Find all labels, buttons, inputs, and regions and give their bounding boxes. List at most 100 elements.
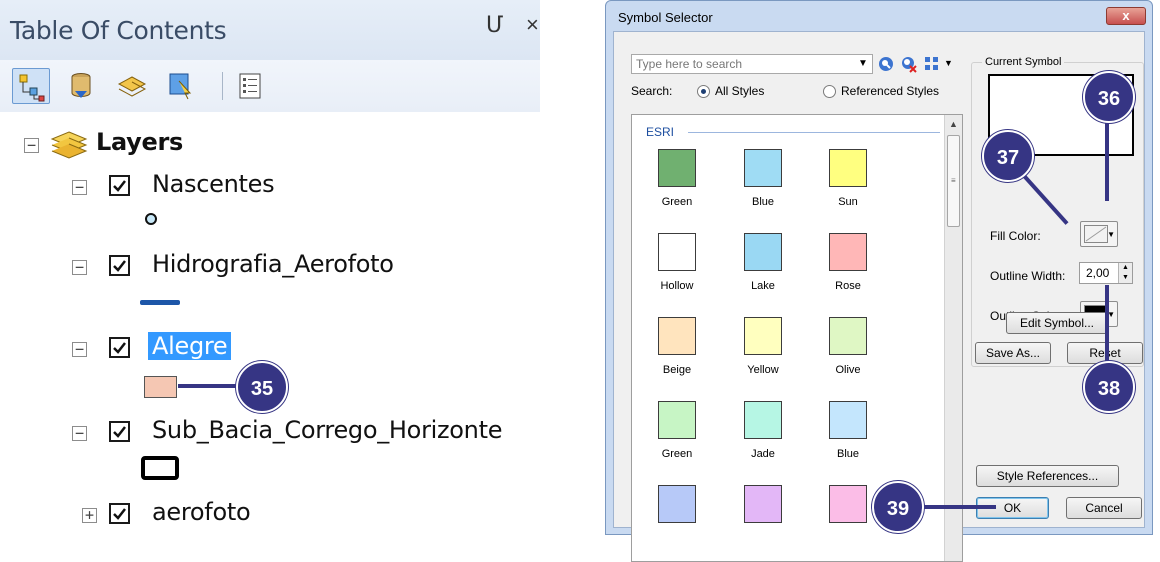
symbol-swatch-label: Green: [661, 448, 693, 460]
outline-polygon-symbol-icon[interactable]: [141, 456, 179, 480]
layer-name-selected[interactable]: Alegre: [148, 332, 232, 360]
symbol-swatch-item[interactable]: Blue: [818, 401, 878, 476]
symbol-swatch-item[interactable]: [733, 485, 793, 560]
symbol-swatch[interactable]: [744, 485, 782, 523]
callout-35: 35: [236, 361, 288, 413]
view-options-dropdown-icon[interactable]: ▼: [944, 58, 953, 68]
dialog-body: Type here to search ▼ ▼ Search: All Styl…: [613, 31, 1145, 562]
edit-symbol-button[interactable]: Edit Symbol...: [1006, 312, 1108, 334]
options-icon[interactable]: [232, 68, 270, 104]
layer-name[interactable]: Sub_Bacia_Corrego_Horizonte: [152, 416, 502, 444]
scroll-thumb[interactable]: ≡: [947, 135, 960, 227]
fill-color-picker[interactable]: ▼: [1080, 221, 1118, 247]
search-dropdown-icon[interactable]: ▼: [854, 55, 872, 73]
symbol-swatch[interactable]: [744, 401, 782, 439]
symbol-swatch-item[interactable]: Sun: [818, 149, 878, 224]
layer-row-sub-bacia[interactable]: − Sub_Bacia_Corrego_Horizonte: [0, 414, 540, 450]
symbol-swatch-item[interactable]: Green: [647, 401, 707, 476]
layer-row-aerofoto[interactable]: + aerofoto: [0, 496, 540, 532]
table-of-contents-panel: Table Of Contents Մ × − Layers − Nascent…: [0, 0, 540, 535]
list-by-visibility-icon[interactable]: [112, 68, 150, 104]
layers-label: Layers: [96, 128, 183, 156]
view-options-icon[interactable]: [924, 55, 940, 73]
callout-37: 37: [982, 130, 1034, 182]
list-by-drawing-order-icon[interactable]: [12, 68, 50, 104]
symbol-swatch[interactable]: [829, 401, 867, 439]
layer-row-hidrografia-aerofoto[interactable]: − Hidrografia_Aerofoto: [0, 248, 540, 284]
collapse-toggle[interactable]: −: [72, 260, 87, 275]
layer-row-nascentes[interactable]: − Nascentes: [0, 168, 540, 204]
cancel-button[interactable]: Cancel: [1066, 497, 1142, 519]
symbol-swatch[interactable]: [658, 149, 696, 187]
search-icon[interactable]: [877, 55, 895, 73]
symbol-swatch[interactable]: [829, 233, 867, 271]
close-icon[interactable]: ×: [526, 12, 539, 38]
symbol-swatch-item[interactable]: Blue: [733, 149, 793, 224]
layer-visibility-checkbox[interactable]: [109, 337, 130, 358]
symbol-swatch-label: Sun: [838, 196, 858, 208]
symbol-swatch[interactable]: [744, 233, 782, 271]
layer-visibility-checkbox[interactable]: [109, 255, 130, 276]
list-by-source-icon[interactable]: [62, 68, 100, 104]
callout-36: 36: [1083, 71, 1135, 123]
symbol-swatch[interactable]: [829, 149, 867, 187]
layer-name[interactable]: Nascentes: [152, 170, 275, 198]
toc-title: Table Of Contents: [10, 16, 227, 45]
gallery-scrollbar[interactable]: ▲ ≡: [944, 115, 962, 561]
toc-header: Table Of Contents Մ ×: [0, 0, 540, 60]
callout-leader-35: [178, 384, 240, 388]
search-input[interactable]: Type here to search: [631, 54, 873, 74]
list-by-selection-icon[interactable]: [162, 68, 200, 104]
polygon-symbol-icon[interactable]: [144, 376, 177, 398]
symbol-swatch-item[interactable]: Olive: [818, 317, 878, 392]
symbol-swatch[interactable]: [744, 317, 782, 355]
layer-visibility-checkbox[interactable]: [109, 503, 130, 524]
symbol-swatch-label: Hollow: [660, 280, 694, 292]
radio-referenced-styles[interactable]: [823, 85, 836, 98]
symbol-swatch-label: Blue: [751, 196, 775, 208]
close-icon[interactable]: x: [1106, 7, 1146, 25]
symbol-swatch-item[interactable]: Lake: [733, 233, 793, 308]
collapse-toggle[interactable]: −: [72, 342, 87, 357]
layer-name[interactable]: aerofoto: [152, 498, 251, 526]
symbol-swatch-item[interactable]: Jade: [733, 401, 793, 476]
symbol-swatch[interactable]: [744, 149, 782, 187]
symbol-swatch-item[interactable]: Yellow: [733, 317, 793, 392]
outline-width-input[interactable]: 2,00 ▲ ▼: [1079, 262, 1133, 284]
collapse-toggle[interactable]: −: [72, 426, 87, 441]
symbol-swatch-item[interactable]: Hollow: [647, 233, 707, 308]
radio-referenced-styles-label[interactable]: Referenced Styles: [841, 84, 939, 98]
symbol-swatch[interactable]: [829, 317, 867, 355]
clear-search-icon[interactable]: [900, 55, 918, 73]
fill-color-swatch: [1084, 225, 1108, 243]
collapse-toggle[interactable]: −: [24, 138, 39, 153]
layer-row-alegre[interactable]: − Alegre: [0, 330, 540, 366]
symbol-swatch[interactable]: [658, 485, 696, 523]
symbol-swatch[interactable]: [658, 317, 696, 355]
point-symbol-icon[interactable]: [144, 212, 158, 226]
spin-up-icon[interactable]: ▲: [1118, 263, 1132, 273]
symbol-swatch[interactable]: [658, 401, 696, 439]
symbol-swatch[interactable]: [658, 233, 696, 271]
layer-name[interactable]: Hidrografia_Aerofoto: [152, 250, 394, 278]
symbol-swatch-item[interactable]: [818, 485, 878, 560]
style-references-button[interactable]: Style References...: [976, 465, 1119, 487]
symbol-swatch-item[interactable]: Beige: [647, 317, 707, 392]
symbol-swatch-item[interactable]: Green: [647, 149, 707, 224]
collapse-toggle[interactable]: −: [72, 180, 87, 195]
symbol-swatch-item[interactable]: Rose: [818, 233, 878, 308]
save-as-button[interactable]: Save As...: [975, 342, 1051, 364]
layers-root-row[interactable]: − Layers: [0, 126, 540, 162]
symbol-swatch-item[interactable]: [647, 485, 707, 560]
symbol-swatch[interactable]: [829, 485, 867, 523]
pin-icon[interactable]: Մ: [486, 12, 503, 38]
line-symbol-icon[interactable]: [140, 300, 180, 305]
layer-visibility-checkbox[interactable]: [109, 421, 130, 442]
radio-all-styles[interactable]: [697, 85, 710, 98]
toolbar-separator: [222, 72, 223, 100]
layer-visibility-checkbox[interactable]: [109, 175, 130, 196]
radio-all-styles-label[interactable]: All Styles: [715, 84, 764, 98]
spin-down-icon[interactable]: ▼: [1118, 273, 1132, 283]
expand-toggle[interactable]: +: [82, 508, 97, 523]
scroll-up-icon[interactable]: ▲: [949, 119, 958, 129]
